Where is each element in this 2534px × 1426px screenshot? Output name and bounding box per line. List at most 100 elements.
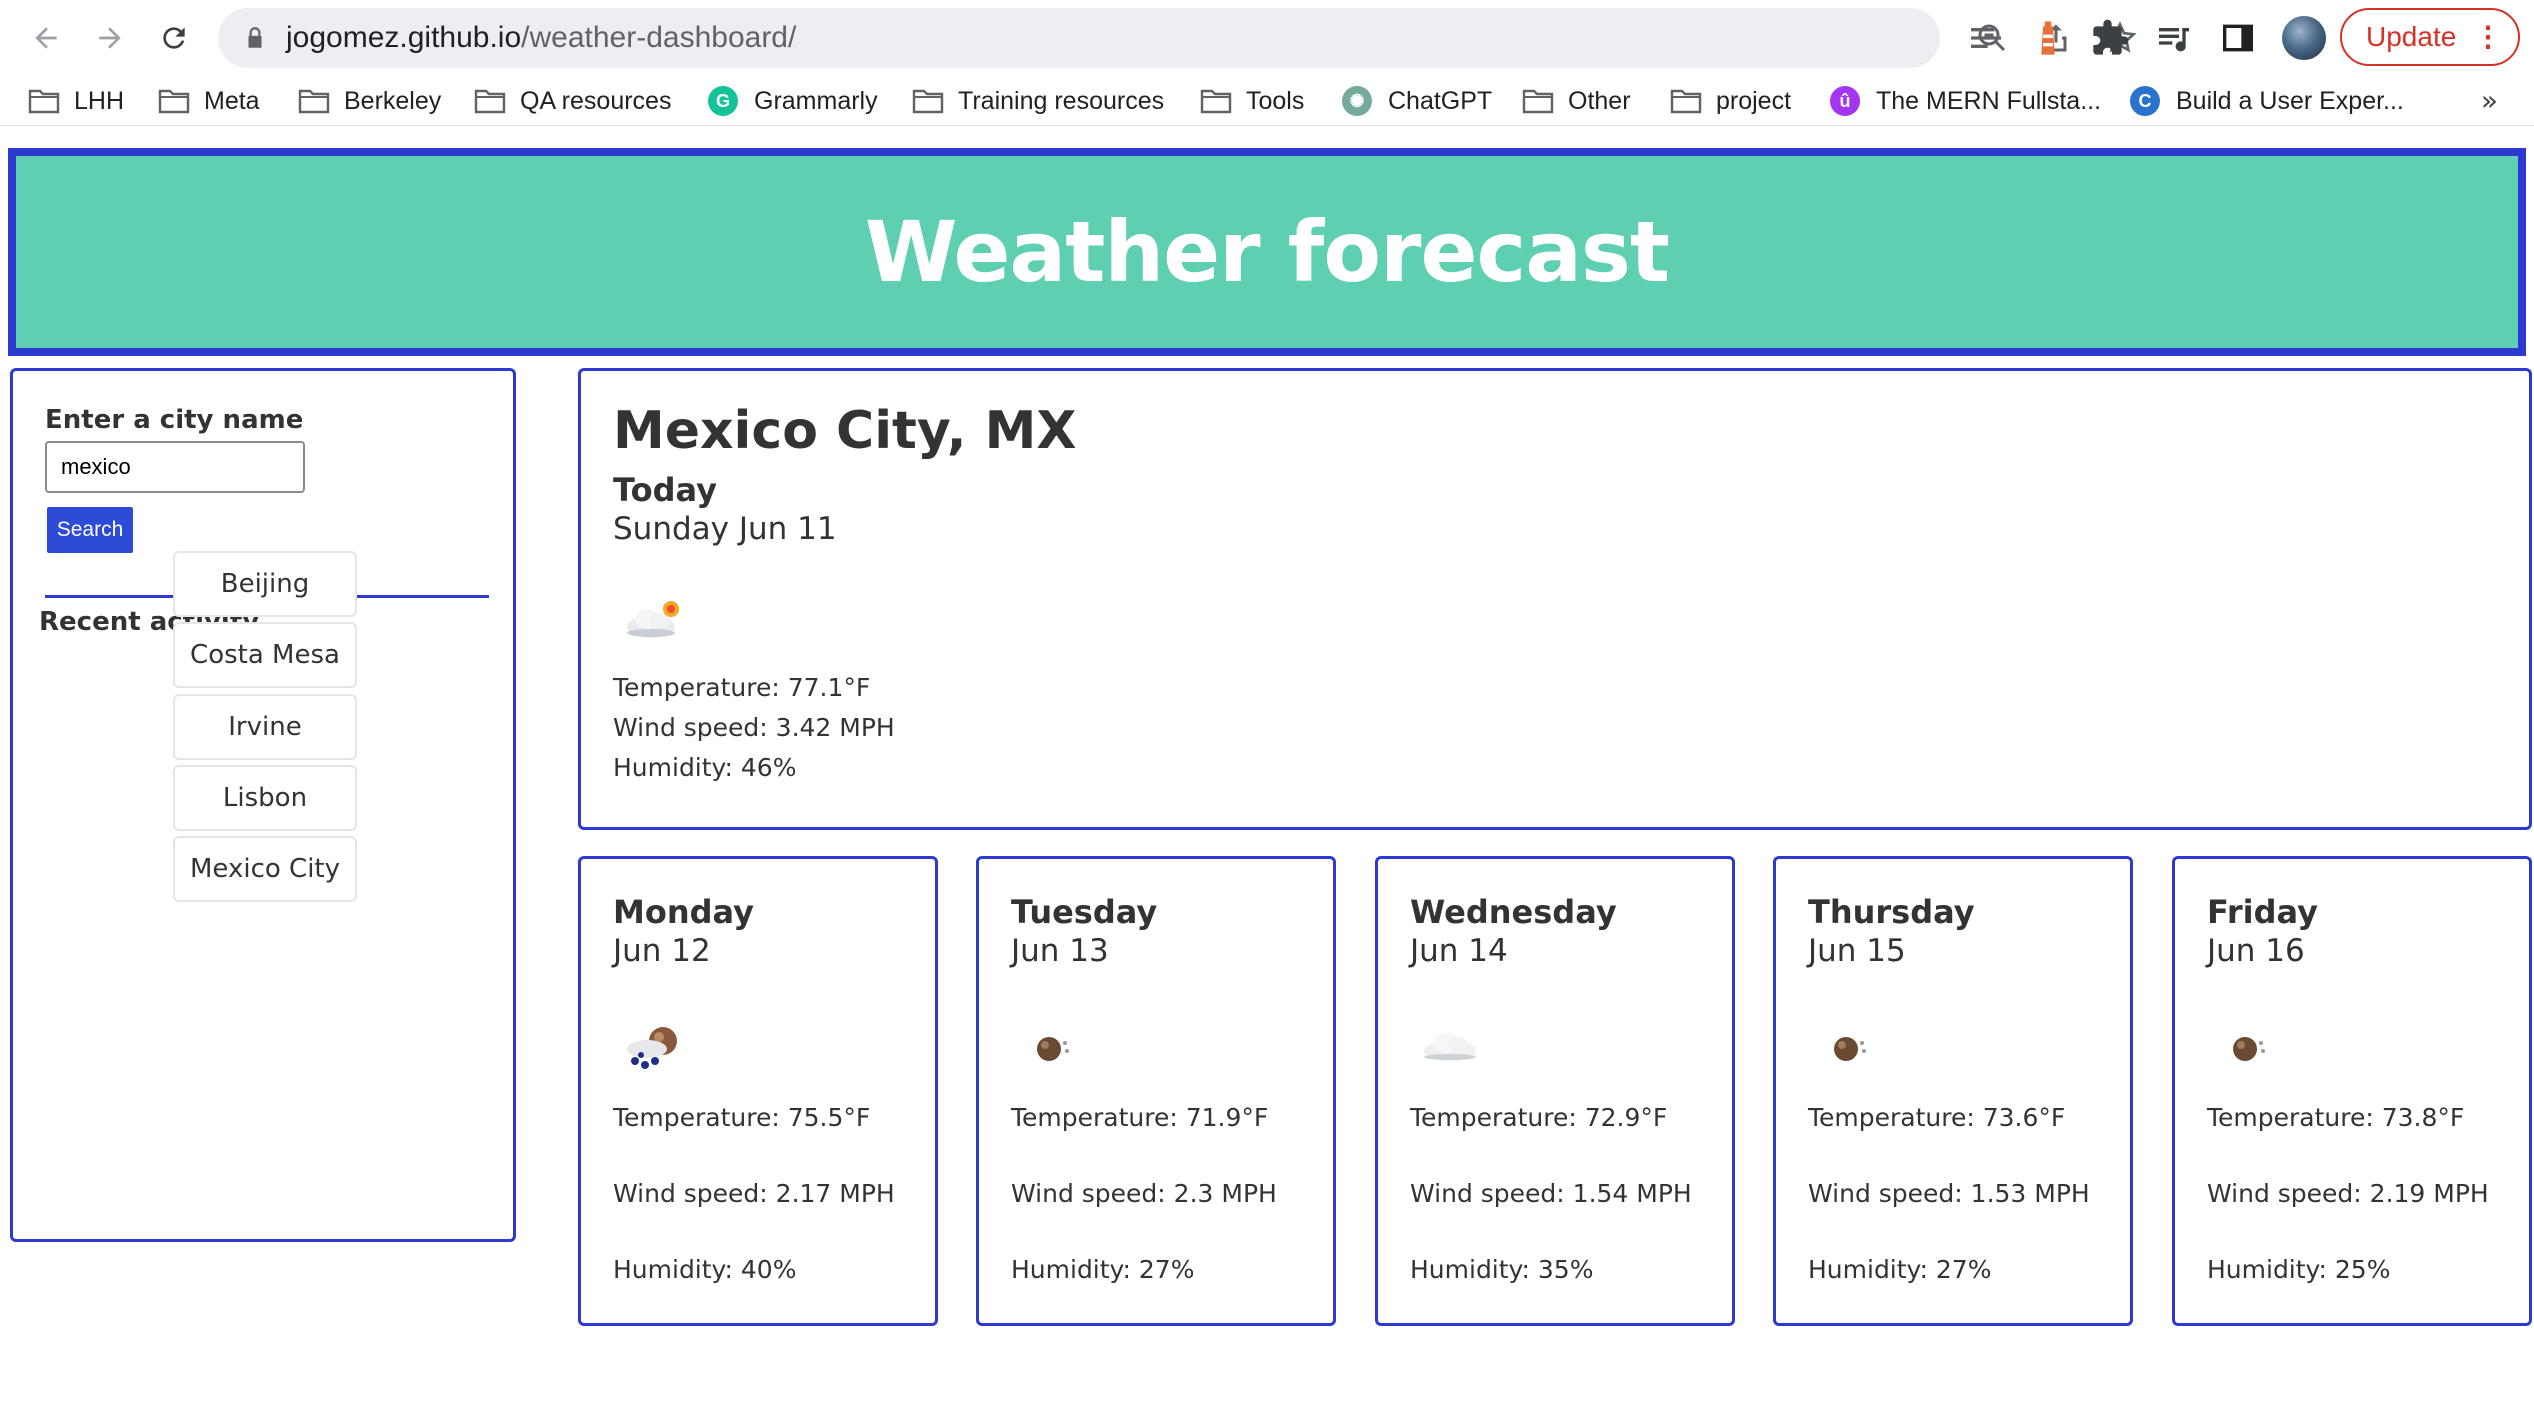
address-bar[interactable]: jogomez.github.io/weather-dashboard/ xyxy=(218,8,2137,68)
udemy-icon: û xyxy=(1830,86,1860,116)
cloud-icon xyxy=(1424,1033,1476,1061)
folder-icon xyxy=(1522,89,1554,114)
bookmark-item[interactable]: û The MERN Fullsta... xyxy=(1830,78,2101,124)
forecast-temperature: Temperature: 73.8°F xyxy=(2207,1103,2465,1132)
kebab-menu-icon: ⋮ xyxy=(2474,21,2502,52)
today-humidity: Humidity: 46% xyxy=(613,753,797,782)
forecast-humidity: Humidity: 27% xyxy=(1808,1255,1992,1284)
city-search-input[interactable] xyxy=(45,441,305,493)
side-panel-icon[interactable] xyxy=(2218,18,2258,58)
update-label: Update xyxy=(2366,21,2457,52)
reading-list-icon[interactable] xyxy=(1966,18,2006,58)
extension-lighthouse-icon[interactable] xyxy=(2028,18,2068,58)
bookmark-item[interactable]: Tools xyxy=(1200,78,1304,124)
forecast-wind: Wind speed: 1.53 MPH xyxy=(1808,1179,2090,1208)
more-bookmarks-button[interactable]: » xyxy=(2481,84,2498,117)
recent-city-button[interactable]: Beijing xyxy=(173,551,357,617)
forecast-date: Jun 13 xyxy=(1011,933,1109,969)
forecast-day: Monday xyxy=(613,893,754,931)
media-control-icon[interactable] xyxy=(2154,18,2194,58)
forward-arrow-icon xyxy=(99,27,121,49)
folder-icon xyxy=(1200,89,1232,114)
page-header: Weather forecast xyxy=(8,148,2526,356)
forecast-wind: Wind speed: 2.17 MPH xyxy=(613,1179,895,1208)
reload-button[interactable] xyxy=(152,16,196,60)
recent-city-button[interactable]: Lisbon xyxy=(173,765,357,831)
forward-button[interactable] xyxy=(88,16,132,60)
clear-sky-icon xyxy=(2233,1037,2265,1061)
profile-avatar[interactable] xyxy=(2282,16,2326,60)
forecast-day: Thursday xyxy=(1808,893,1975,931)
forecast-card: Friday Jun 16 Temperature: 73.8°F Wind s… xyxy=(2172,856,2532,1326)
today-date: Sunday Jun 11 xyxy=(613,511,837,547)
forecast-humidity: Humidity: 40% xyxy=(613,1255,797,1284)
forecast-humidity: Humidity: 27% xyxy=(1011,1255,1195,1284)
forecast-card: Wednesday Jun 14 Temperature: 72.9°F Win… xyxy=(1375,856,1735,1326)
today-temperature: Temperature: 77.1°F xyxy=(613,673,871,702)
forecast-humidity: Humidity: 25% xyxy=(2207,1255,2391,1284)
bookmark-item[interactable]: Berkeley xyxy=(298,78,441,124)
bookmark-label: Berkeley xyxy=(344,86,442,115)
few-clouds-icon xyxy=(627,601,679,638)
bookmark-item[interactable]: LHH xyxy=(28,78,124,124)
bookmark-item[interactable]: Other xyxy=(1522,78,1631,124)
rain-icon xyxy=(627,1027,677,1069)
search-panel: Enter a city name Search Recent activity… xyxy=(10,368,516,1242)
forecast-temperature: Temperature: 72.9°F xyxy=(1410,1103,1668,1132)
bookmark-item[interactable]: ✺ ChatGPT xyxy=(1342,78,1492,124)
bookmark-label: QA resources xyxy=(520,86,672,115)
forecast-date: Jun 12 xyxy=(613,933,711,969)
bookmark-label: Meta xyxy=(204,86,260,115)
bookmark-item[interactable]: project xyxy=(1670,78,1791,124)
coursera-icon: C xyxy=(2130,86,2160,116)
bookmark-label: Tools xyxy=(1246,86,1305,115)
forecast-temperature: Temperature: 73.6°F xyxy=(1808,1103,2066,1132)
browser-toolbar: jogomez.github.io/weather-dashboard/ Upd… xyxy=(0,0,2534,78)
search-label: Enter a city name xyxy=(45,405,304,435)
bookmark-item[interactable]: QA resources xyxy=(474,78,671,124)
clear-sky-icon xyxy=(1037,1037,1069,1061)
forecast-wind: Wind speed: 2.19 MPH xyxy=(2207,1179,2489,1208)
chatgpt-icon: ✺ xyxy=(1342,86,1372,116)
folder-icon xyxy=(912,89,944,114)
forecast-date: Jun 15 xyxy=(1808,933,1906,969)
reload-icon xyxy=(163,27,185,49)
bookmark-item[interactable]: Training resources xyxy=(912,78,1164,124)
bookmark-label: ChatGPT xyxy=(1388,86,1493,115)
folder-icon xyxy=(158,89,190,114)
recent-city-button[interactable]: Mexico City xyxy=(173,836,357,902)
search-button[interactable]: Search xyxy=(47,507,133,553)
city-name: Mexico City, MX xyxy=(613,401,1077,461)
extensions-puzzle-icon[interactable] xyxy=(2090,18,2130,58)
forecast-wind: Wind speed: 1.54 MPH xyxy=(1410,1179,1692,1208)
bookmark-item[interactable]: Meta xyxy=(158,78,260,124)
bookmark-label: Build a User Exper... xyxy=(2176,86,2404,115)
forecast-day: Friday xyxy=(2207,893,2318,931)
bookmark-label: The MERN Fullsta... xyxy=(1876,86,2102,115)
recent-city-button[interactable]: Irvine xyxy=(173,694,357,760)
recent-city-button[interactable]: Costa Mesa xyxy=(173,622,357,688)
forecast-card: Monday Jun 12 Temperature: 75.5°F Wind s… xyxy=(578,856,938,1326)
forecast-temperature: Temperature: 75.5°F xyxy=(613,1103,871,1132)
folder-icon xyxy=(298,89,330,114)
forecast-wind: Wind speed: 2.3 MPH xyxy=(1011,1179,1277,1208)
forecast-card: Tuesday Jun 13 Temperature: 71.9°F Wind … xyxy=(976,856,1336,1326)
folder-icon xyxy=(474,89,506,114)
folder-icon xyxy=(28,89,60,114)
forecast-temperature: Temperature: 71.9°F xyxy=(1011,1103,1269,1132)
forecast-date: Jun 14 xyxy=(1410,933,1508,969)
bookmark-label: LHH xyxy=(74,86,125,115)
back-button[interactable] xyxy=(24,16,68,60)
update-button[interactable]: Update ⋮ xyxy=(2340,8,2520,66)
url-path: /weather-dashboard/ xyxy=(521,21,797,54)
bookmark-item[interactable]: C Build a User Exper... xyxy=(2130,78,2404,124)
back-arrow-icon xyxy=(35,27,57,49)
bookmarks-bar: LHH Meta Berkeley QA resources G Grammarly Tra… xyxy=(0,78,2534,126)
bookmark-item[interactable]: G Grammarly xyxy=(708,78,878,124)
bookmark-label: Grammarly xyxy=(754,86,878,115)
today-label: Today xyxy=(613,471,717,509)
page-title: Weather forecast xyxy=(864,203,1670,301)
current-weather-card: Mexico City, MX Today Sunday Jun 11 Temp… xyxy=(578,368,2532,830)
grammarly-icon: G xyxy=(708,86,738,116)
bookmark-label: Training resources xyxy=(958,86,1165,115)
